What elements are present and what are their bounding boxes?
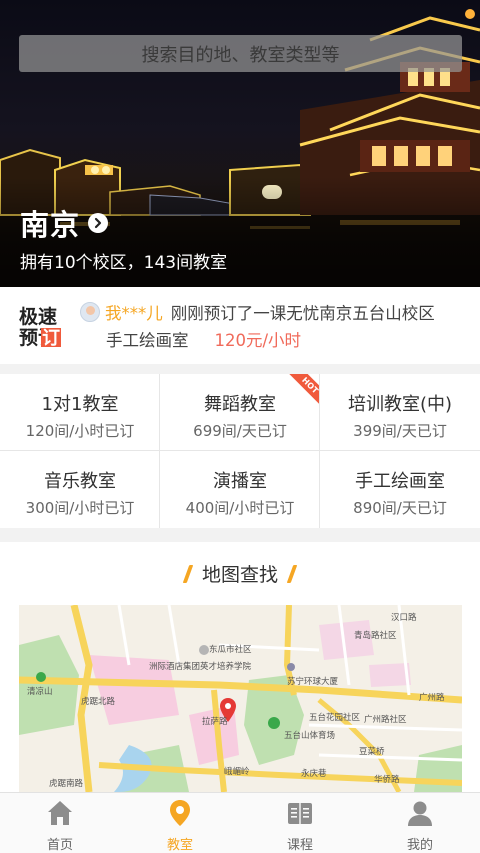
map-section: 地图查找 东瓜市社区 汉口路 青岛路社区 洲际酒店集团英才培养学院 清凉山 苏宁… bbox=[0, 542, 480, 792]
map-label: 五台花园社区 bbox=[309, 713, 361, 723]
category-title: 培训教室(中) bbox=[347, 394, 453, 415]
tab-course[interactable]: 课程 bbox=[240, 793, 360, 853]
map-label: 五台山体育场 bbox=[284, 731, 336, 741]
tab-label: 首页 bbox=[46, 838, 73, 853]
category-title: 手工绘画室 bbox=[355, 471, 445, 492]
city-name: 南京 bbox=[20, 208, 81, 242]
person-icon bbox=[408, 801, 432, 826]
notice-text: 刚刚预订了一课无忧南京五台山校区 bbox=[170, 304, 435, 323]
map-label: 永庆巷 bbox=[301, 769, 327, 779]
category-sub: 399间/天已订 bbox=[353, 422, 447, 440]
category-title: 1对1教室 bbox=[41, 394, 119, 415]
tab-mine[interactable]: 我的 bbox=[360, 793, 480, 853]
category-sub: 120间/小时已订 bbox=[25, 422, 135, 440]
grid-divider bbox=[159, 374, 160, 528]
home-icon bbox=[48, 801, 72, 825]
category-title: 演播室 bbox=[213, 471, 267, 492]
map-label: 豆菜桥 bbox=[359, 747, 385, 757]
tab-label: 我的 bbox=[406, 838, 433, 853]
location-pin-icon bbox=[170, 800, 190, 826]
notice-user: 我***儿 bbox=[105, 304, 163, 323]
category-sub: 300间/小时已订 bbox=[25, 499, 135, 517]
map-label: 虎踞北路 bbox=[81, 697, 116, 707]
book-icon bbox=[288, 803, 312, 824]
map-label: 青岛路社区 bbox=[354, 631, 397, 641]
category-one-on-one[interactable]: 1对1教室 120间/小时已订 bbox=[0, 374, 160, 451]
map-section-title: 地图查找 bbox=[201, 564, 278, 586]
tab-classroom[interactable]: 教室 bbox=[120, 793, 240, 853]
map-label: 广州路社区 bbox=[364, 715, 407, 725]
search-placeholder: 搜索目的地、教室类型等 bbox=[141, 44, 340, 66]
map-label: 虎踞南路 bbox=[49, 779, 84, 789]
category-music[interactable]: 音乐教室 300间/小时已订 bbox=[0, 451, 160, 528]
logo-text-top: 极速 bbox=[19, 305, 57, 328]
category-sub: 400间/小时已订 bbox=[185, 499, 295, 517]
tab-label: 课程 bbox=[286, 838, 313, 853]
map-label: 华侨路 bbox=[374, 775, 400, 785]
hot-badge-label: HOT bbox=[288, 374, 320, 406]
map-label: 拉萨路 bbox=[202, 717, 228, 727]
bottom-tab-bar: 首页 教室 课程 我的 bbox=[0, 792, 480, 853]
map-view[interactable]: 东瓜市社区 汉口路 青岛路社区 洲际酒店集团英才培养学院 清凉山 苏宁环球大厦 … bbox=[19, 605, 462, 792]
tab-home[interactable]: 首页 bbox=[0, 793, 120, 853]
category-training-medium[interactable]: 培训教室(中) 399间/天已订 bbox=[320, 374, 480, 451]
category-studio[interactable]: 演播室 400间/小时已订 bbox=[160, 451, 320, 528]
notice-room: 手工绘画室 bbox=[106, 331, 189, 350]
user-avatar bbox=[80, 302, 100, 322]
city-summary: 拥有10个校区，143间教室 bbox=[20, 253, 228, 273]
category-title: 音乐教室 bbox=[44, 471, 116, 492]
city-selector[interactable]: 南京 bbox=[20, 202, 109, 244]
grid-divider bbox=[319, 374, 320, 528]
map-label: 清凉山 bbox=[27, 687, 53, 697]
map-label: 汉口路 bbox=[391, 613, 417, 623]
category-sub: 890间/天已订 bbox=[353, 499, 447, 517]
slash-decoration bbox=[182, 564, 194, 583]
map-label: 峨嵋岭 bbox=[224, 767, 250, 777]
map-label: 广州路 bbox=[419, 693, 445, 703]
notice-price: 120元/小时 bbox=[214, 331, 302, 350]
tab-label: 教室 bbox=[166, 838, 193, 853]
chevron-right-icon[interactable] bbox=[88, 213, 109, 233]
map-label: 东瓜市社区 bbox=[209, 645, 252, 655]
search-input[interactable]: 搜索目的地、教室类型等 bbox=[19, 35, 462, 72]
svg-text:订: 订 bbox=[42, 328, 60, 348]
express-booking-logo: 极速 预订 订 bbox=[19, 304, 63, 349]
classroom-category-grid: 1对1教室 120间/小时已订 舞蹈教室 699间/天已订 HOT 培训教室(中… bbox=[0, 374, 480, 528]
hot-badge: HOT bbox=[288, 374, 320, 406]
map-label: 苏宁环球大厦 bbox=[287, 677, 339, 687]
booking-notice[interactable]: 极速 预订 订 我***儿 刚刚预订了一课无忧南京五台山校区 手工绘画室 120… bbox=[0, 287, 480, 364]
slash-decoration bbox=[286, 564, 298, 583]
map-label: 洲际酒店集团英才培养学院 bbox=[149, 662, 252, 672]
category-craft-painting[interactable]: 手工绘画室 890间/天已订 bbox=[320, 451, 480, 528]
category-sub: 699间/天已订 bbox=[193, 422, 287, 440]
city-banner[interactable]: 搜索目的地、教室类型等 南京 拥有10个校区，143间教室 bbox=[0, 0, 480, 287]
category-dance[interactable]: 舞蹈教室 699间/天已订 HOT bbox=[160, 374, 320, 451]
grid-divider bbox=[0, 450, 480, 451]
